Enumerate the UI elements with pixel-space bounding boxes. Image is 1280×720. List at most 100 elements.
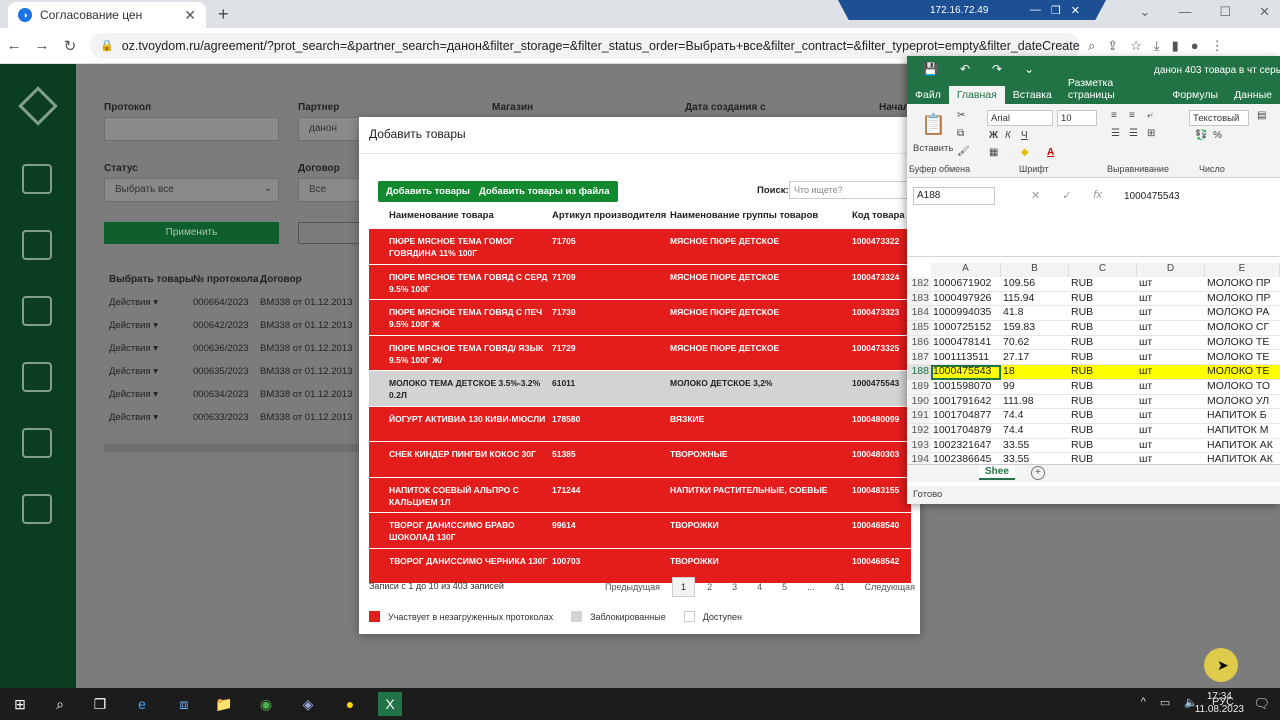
cell-c[interactable]: RUB [1069, 336, 1137, 351]
cell-c[interactable]: RUB [1069, 409, 1137, 424]
cell-d[interactable]: шт [1137, 365, 1205, 380]
row-number[interactable]: 189 [907, 379, 931, 395]
page-button[interactable]: 41 [827, 578, 853, 596]
reset-button[interactable] [298, 222, 368, 244]
search-icon[interactable]: ⌕ [48, 692, 72, 716]
cell-d[interactable]: шт [1137, 351, 1205, 366]
cell-e[interactable]: МОЛОКО ТЕ [1205, 336, 1280, 351]
percent-icon[interactable]: % [1213, 130, 1222, 141]
browser-tab[interactable]: ◑ Согласование цен ✕ [8, 2, 206, 28]
cell-b[interactable]: 74.4 [1001, 424, 1069, 439]
cancel-icon[interactable]: ✕ [1031, 189, 1040, 202]
cell-d[interactable]: шт [1137, 321, 1205, 336]
column-header[interactable]: Код товара [852, 210, 905, 221]
document-icon[interactable] [22, 362, 52, 392]
new-tab-button[interactable]: + [218, 4, 229, 25]
logo-icon[interactable] [18, 86, 58, 126]
cell-d[interactable]: шт [1137, 306, 1205, 322]
cell-b[interactable]: 115.94 [1001, 292, 1069, 307]
row-number[interactable]: 185 [907, 321, 931, 336]
cell-d[interactable]: шт [1137, 395, 1205, 410]
cell-e[interactable]: МОЛОКО РА [1205, 306, 1280, 322]
column-header[interactable]: Артикул производителя [552, 210, 666, 221]
number-format-select[interactable]: Текстовый [1189, 110, 1249, 126]
row-number[interactable]: 182 [907, 277, 931, 292]
prev-page-button[interactable]: Предыдущая [597, 578, 668, 596]
file-explorer-icon[interactable]: 📁 [212, 692, 236, 716]
clock[interactable]: 17:34 11.08.2023 [1195, 690, 1244, 716]
column-header[interactable]: D [1137, 263, 1205, 277]
cell-b[interactable]: 159.83 [1001, 321, 1069, 336]
menu-icon[interactable]: ⋮ [1211, 38, 1224, 54]
bold-icon[interactable]: Ж [989, 130, 998, 141]
notifications-icon[interactable]: 🗨 [1253, 696, 1270, 712]
row-number[interactable]: 193 [907, 438, 931, 454]
horizontal-scrollbar[interactable] [104, 444, 364, 452]
cell-c[interactable]: RUB [1069, 321, 1137, 336]
format-painter-icon[interactable]: 🖌 [957, 146, 970, 157]
column-header[interactable]: B [1001, 263, 1069, 277]
merge-cells-icon[interactable]: ⊞ [1147, 128, 1155, 139]
column-header[interactable]: A [931, 263, 1001, 277]
shelf-icon[interactable] [22, 494, 52, 524]
cell-c[interactable]: RUB [1069, 424, 1137, 439]
align-top-icon[interactable]: ≡ [1111, 110, 1117, 121]
forward-icon[interactable]: → [28, 37, 56, 54]
cell-e[interactable]: МОЛОКО УЛ [1205, 395, 1280, 410]
sheet-tab[interactable]: Shee [979, 465, 1015, 480]
undo-icon[interactable]: ↶ [960, 62, 970, 76]
save-icon[interactable]: 💾 [923, 62, 938, 76]
align-left-icon[interactable]: ☰ [1111, 128, 1120, 139]
redo-icon[interactable]: ↷ [992, 62, 1002, 76]
actions-dropdown[interactable]: Действия ▾ [109, 320, 158, 331]
cell-d[interactable]: шт [1137, 409, 1205, 424]
warehouse-icon[interactable] [22, 296, 52, 326]
cell-c[interactable]: RUB [1069, 395, 1137, 410]
table-row[interactable]: СНЕК КИНДЕР ПИНГВИ КОКОС 30Г 51385 ТВОРОЖН… [369, 442, 911, 478]
actions-dropdown[interactable]: Действия ▾ [109, 412, 158, 423]
add-products-button[interactable]: Добавить товары [378, 181, 478, 202]
cell-e[interactable]: НАПИТОК Б [1205, 409, 1280, 424]
sidebar-icon[interactable]: ▮ [1172, 38, 1179, 54]
cell-b[interactable]: 109.56 [1001, 277, 1069, 292]
search-input[interactable]: Что ищете? [789, 181, 920, 199]
fill-color-icon[interactable]: ◆ [1021, 147, 1029, 158]
row-number[interactable]: 183 [907, 291, 931, 307]
download-icon[interactable]: ⤓ [1154, 38, 1160, 54]
cell-c[interactable]: RUB [1069, 292, 1137, 307]
chevron-up-icon[interactable]: ^ [1141, 696, 1146, 709]
table-row[interactable]: ПЮРЕ МЯСНОЕ ТЕМА ГОВЯД С СЕРД 9.5% 100Г 7… [369, 264, 911, 300]
cell-a[interactable]: 1000671902 [931, 277, 1001, 292]
cell-b[interactable]: 70.62 [1001, 336, 1069, 351]
windows-start-icon[interactable]: ⊞ [8, 692, 32, 716]
cell-b[interactable]: 27.17 [1001, 351, 1069, 366]
network-icon[interactable]: ▭ [1160, 696, 1170, 709]
borders-icon[interactable]: ▦ [989, 147, 998, 158]
page-button[interactable]: 3 [724, 578, 745, 596]
cell-c[interactable]: RUB [1069, 306, 1137, 322]
align-center-icon[interactable]: ☰ [1129, 128, 1138, 139]
row-number[interactable]: 186 [907, 335, 931, 351]
cell-a[interactable]: 1000994035 [931, 306, 1001, 322]
cell-a[interactable]: 1000475543 [931, 365, 1001, 380]
cell-e[interactable]: МОЛОКО ТЕ [1205, 351, 1280, 366]
cell-e[interactable]: МОЛОКО СГ [1205, 321, 1280, 336]
table-row[interactable]: ПЮРЕ МЯСНОЕ ТЕМА ГОВЯД С ПЕЧ 9.5% 100Г Ж… [369, 300, 911, 336]
minimize-icon[interactable]: — [1030, 4, 1041, 17]
copy-icon[interactable]: ⧉ [957, 128, 964, 139]
status-select[interactable]: Выбрать все ⌄ [104, 178, 279, 202]
app-icon[interactable]: ◈ [296, 692, 320, 716]
cell-b[interactable]: 111.98 [1001, 395, 1069, 410]
tab-home[interactable]: Главная [948, 86, 1005, 104]
customize-icon[interactable]: ⌄ [1024, 62, 1034, 76]
page-button[interactable]: 2 [699, 578, 720, 596]
boxes-icon[interactable] [22, 230, 52, 260]
table-row[interactable]: ПЮРЕ МЯСНОЕ ТЕМА ГОВЯД/ ЯЗЫК 9.5% 100Г Ж… [369, 335, 911, 371]
cell-c[interactable]: RUB [1069, 351, 1137, 366]
wrap-text-icon[interactable]: ⤶ [1147, 110, 1153, 121]
actions-dropdown[interactable]: Действия ▾ [109, 389, 158, 400]
cell-e[interactable]: МОЛОКО ТО [1205, 380, 1280, 395]
chevron-down-icon[interactable]: ⌄ [1140, 4, 1151, 20]
contract-select[interactable]: Все [298, 178, 368, 202]
table-row[interactable]: МОЛОКО ТЕМА ДЕТСКОЕ 3.5%-3.2% 0.2Л 61011 М… [369, 371, 911, 407]
